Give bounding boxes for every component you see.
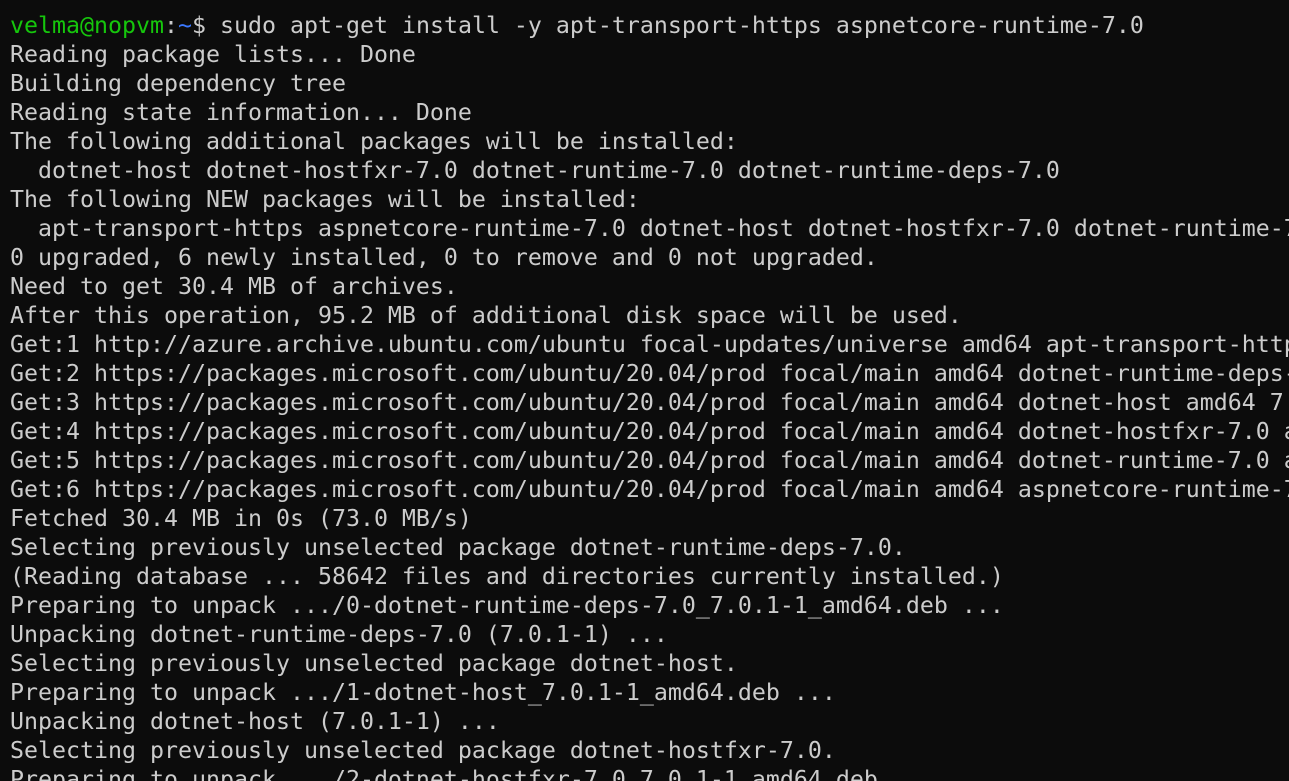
- output-line: Get:5 https://packages.microsoft.com/ubu…: [10, 447, 1289, 474]
- output-line: Building dependency tree: [10, 70, 346, 97]
- output-line: Reading state information... Done: [10, 99, 472, 126]
- output-line: Get:1 http://azure.archive.ubuntu.com/ub…: [10, 331, 1289, 358]
- prompt-user-host: velma@nopvm: [10, 12, 164, 39]
- prompt-separator: :: [163, 12, 178, 39]
- output-line: Get:6 https://packages.microsoft.com/ubu…: [10, 476, 1289, 503]
- terminal-window[interactable]: velma@nopvm:~$ sudo apt-get install -y a…: [0, 0, 1289, 781]
- output-line: Reading package lists... Done: [10, 41, 416, 68]
- terminal-output: velma@nopvm:~$ sudo apt-get install -y a…: [10, 11, 1289, 781]
- output-line: Preparing to unpack .../0-dotnet-runtime…: [10, 592, 1004, 619]
- output-line: Need to get 30.4 MB of archives.: [10, 273, 458, 300]
- prompt-path: ~: [177, 12, 192, 39]
- output-line: Selecting previously unselected package …: [10, 650, 738, 677]
- output-line: Get:2 https://packages.microsoft.com/ubu…: [10, 360, 1289, 387]
- output-line: dotnet-host dotnet-hostfxr-7.0 dotnet-ru…: [10, 157, 1060, 184]
- command-text: sudo apt-get install -y apt-transport-ht…: [219, 12, 1144, 39]
- output-line: 0 upgraded, 6 newly installed, 0 to remo…: [10, 244, 878, 271]
- output-line: Fetched 30.4 MB in 0s (73.0 MB/s): [10, 505, 472, 532]
- output-line: The following additional packages will b…: [10, 128, 738, 155]
- output-line: Preparing to unpack .../1-dotnet-host_7.…: [10, 679, 836, 706]
- output-lines: Reading package lists... Done Building de…: [10, 40, 1289, 781]
- output-line: Preparing to unpack .../2-dotnet-hostfxr…: [10, 766, 934, 781]
- output-line: Selecting previously unselected package …: [10, 534, 906, 561]
- output-line: Get:4 https://packages.microsoft.com/ubu…: [10, 418, 1289, 445]
- output-line: Get:3 https://packages.microsoft.com/ubu…: [10, 389, 1284, 416]
- output-line: After this operation, 95.2 MB of additio…: [10, 302, 962, 329]
- prompt-line: velma@nopvm:~$ sudo apt-get install -y a…: [10, 11, 1289, 40]
- output-line: (Reading database ... 58642 files and di…: [10, 563, 1004, 590]
- output-line: Unpacking dotnet-runtime-deps-7.0 (7.0.1…: [10, 621, 668, 648]
- prompt-symbol: $: [191, 12, 220, 39]
- output-line: Selecting previously unselected package …: [10, 737, 836, 764]
- output-line: Unpacking dotnet-host (7.0.1-1) ...: [10, 708, 500, 735]
- output-line: The following NEW packages will be insta…: [10, 186, 640, 213]
- output-line: apt-transport-https aspnetcore-runtime-7…: [10, 215, 1289, 242]
